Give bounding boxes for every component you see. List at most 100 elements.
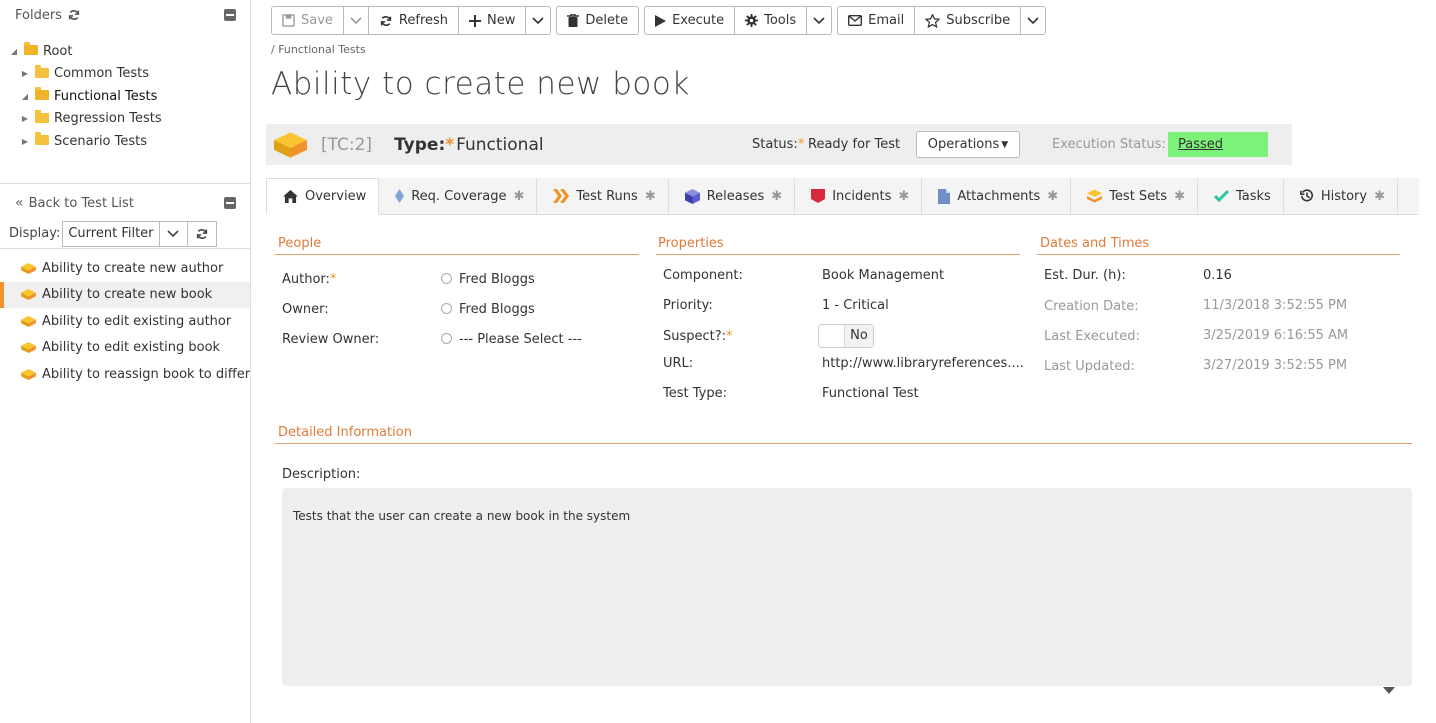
email-button[interactable]: Email: [838, 7, 916, 34]
tab-test-sets[interactable]: Test Sets ✱: [1071, 178, 1198, 214]
breadcrumb[interactable]: / Functional Tests: [271, 43, 366, 56]
owner-field[interactable]: Fred Bloggs: [441, 302, 535, 317]
tab-history[interactable]: History ✱: [1284, 178, 1398, 214]
expand-editor-icon[interactable]: [1383, 687, 1395, 694]
tab-test-runs[interactable]: Test Runs ✱: [537, 178, 669, 214]
save-button[interactable]: Save: [272, 7, 344, 34]
tree-item-common-tests[interactable]: ▶ Common Tests: [0, 63, 250, 86]
test-case-header: [TC:2] Type:* Functional Status:* Ready …: [266, 124, 1292, 165]
radio-icon[interactable]: [441, 273, 452, 284]
double-chevron-left-icon: «: [15, 195, 24, 211]
new-dropdown-button[interactable]: [526, 7, 550, 34]
chevrons-icon: [553, 189, 570, 203]
suspect-value: No: [845, 325, 873, 347]
tools-button[interactable]: Tools: [735, 7, 808, 34]
folder-open-icon: [24, 42, 38, 56]
list-item-selected[interactable]: Ability to create new book: [0, 281, 250, 308]
delete-button[interactable]: Delete: [557, 7, 638, 34]
save-dropdown-button[interactable]: [344, 7, 369, 34]
test-case-icon: [274, 131, 307, 158]
tools-dropdown-button[interactable]: [807, 7, 831, 34]
execution-status-value[interactable]: Passed: [1168, 132, 1268, 157]
display-filter-row: Display: Current Filter: [0, 219, 250, 249]
list-item[interactable]: Ability to edit existing book: [0, 335, 250, 362]
radio-icon[interactable]: [441, 303, 452, 314]
diamond-icon: [395, 189, 405, 203]
url-value[interactable]: http://www.libraryreferences....: [822, 356, 1024, 371]
test-type-value[interactable]: Functional Test: [822, 386, 919, 401]
history-icon: [1299, 189, 1313, 202]
tree-item-regression-tests[interactable]: ▶ Regression Tests: [0, 108, 250, 131]
properties-heading: Properties: [656, 236, 1020, 255]
required-star-icon: *: [797, 137, 805, 152]
subscribe-button[interactable]: Subscribe: [915, 7, 1022, 34]
layers-icon: [1087, 189, 1103, 203]
radio-icon[interactable]: [441, 333, 452, 344]
collapse-folders-icon[interactable]: [224, 9, 236, 21]
author-field[interactable]: Fred Bloggs: [441, 272, 535, 287]
priority-label: Priority:: [663, 298, 713, 313]
chevron-down-icon: [1027, 16, 1039, 24]
author-label: Author:*: [282, 272, 337, 287]
tab-attachments[interactable]: Attachments ✱: [922, 178, 1072, 214]
tree-item-root[interactable]: ◢ Root: [0, 40, 250, 63]
collapsed-triangle-icon[interactable]: ▶: [19, 137, 31, 146]
collapse-list-icon[interactable]: [224, 197, 236, 209]
component-value[interactable]: Book Management: [822, 268, 944, 283]
people-heading: People: [275, 236, 639, 255]
refresh-button[interactable]: Refresh: [369, 7, 460, 34]
creation-date-label: Creation Date:: [1044, 299, 1139, 314]
suspect-label: Suspect?:*: [663, 329, 733, 344]
tree-item-functional-tests[interactable]: ◢ Functional Tests: [0, 85, 250, 108]
tab-tasks[interactable]: Tasks: [1198, 178, 1284, 214]
caret-down-icon: ▼: [1001, 139, 1009, 150]
priority-value[interactable]: 1 - Critical: [822, 298, 889, 313]
display-filter-select[interactable]: Current Filter: [62, 220, 217, 247]
delete-group: Delete: [556, 6, 640, 35]
expanded-triangle-icon[interactable]: ◢: [19, 92, 31, 101]
new-button[interactable]: New: [459, 7, 527, 34]
folder-icon: [35, 64, 49, 78]
refresh-icon[interactable]: [67, 8, 81, 22]
suspect-toggle[interactable]: No: [818, 324, 874, 348]
description-editor[interactable]: Tests that the user can create a new boo…: [282, 488, 1412, 686]
plus-icon: [469, 14, 482, 27]
url-label: URL:: [663, 356, 694, 371]
back-to-test-list-link[interactable]: « Back to Test List: [15, 195, 134, 211]
page-title: Ability to create new book: [271, 66, 690, 102]
asterisk-icon: ✱: [644, 188, 656, 204]
list-item[interactable]: Ability to create new author: [0, 255, 250, 282]
tab-overview[interactable]: Overview: [266, 178, 380, 215]
expanded-triangle-icon[interactable]: ◢: [8, 47, 20, 56]
toolbar: Save Refresh New Delete Execute Tools Em…: [271, 6, 1047, 35]
tab-releases[interactable]: Releases ✱: [669, 178, 796, 214]
operations-button[interactable]: Operations ▼: [916, 131, 1020, 158]
last-executed-label: Last Executed:: [1044, 329, 1140, 344]
execute-button[interactable]: Execute: [645, 7, 736, 34]
folder-icon: [35, 109, 49, 123]
test-case-icon: [21, 315, 36, 327]
list-item[interactable]: Ability to edit existing author: [0, 308, 250, 335]
review-owner-field[interactable]: --- Please Select ---: [441, 332, 582, 347]
collapsed-triangle-icon[interactable]: ▶: [19, 114, 31, 123]
collapsed-triangle-icon[interactable]: ▶: [19, 69, 31, 78]
chevron-down-icon: [532, 16, 544, 24]
gear-icon: [745, 14, 759, 27]
list-item[interactable]: Ability to reassign book to differ: [0, 361, 250, 388]
folder-icon: [35, 132, 49, 146]
subscribe-dropdown-button[interactable]: [1021, 7, 1045, 34]
tab-req-coverage[interactable]: Req. Coverage ✱: [379, 178, 538, 214]
description-text: Tests that the user can create a new boo…: [293, 509, 631, 523]
back-header: « Back to Test List: [0, 187, 250, 219]
email-group: Email Subscribe: [837, 6, 1047, 35]
refresh-list-icon[interactable]: [188, 222, 216, 246]
est-duration-value[interactable]: 0.16: [1203, 268, 1232, 283]
refresh-icon: [380, 15, 392, 26]
type-value: Functional: [456, 134, 544, 155]
dates-heading: Dates and Times: [1037, 236, 1400, 255]
tree-item-scenario-tests[interactable]: ▶ Scenario Tests: [0, 130, 250, 153]
test-case-list: Ability to create new author Ability to …: [0, 249, 250, 388]
review-owner-label: Review Owner:: [282, 332, 380, 347]
chevron-down-icon[interactable]: [160, 221, 188, 246]
tab-incidents[interactable]: Incidents ✱: [795, 178, 923, 214]
